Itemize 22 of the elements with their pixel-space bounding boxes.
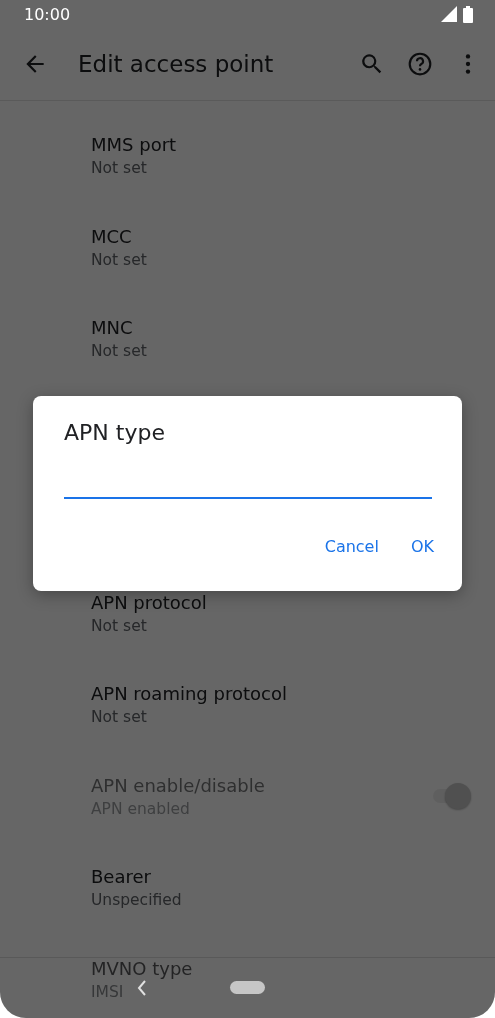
dialog-title: APN type <box>64 420 165 445</box>
signal-icon <box>441 6 457 22</box>
app-bar-title: Edit access point <box>78 51 275 77</box>
setting-title[interactable]: APN protocol <box>91 591 207 613</box>
status-time: 10:00 <box>24 4 71 24</box>
battery-icon <box>463 5 473 23</box>
setting-title[interactable]: Bearer <box>91 866 151 888</box>
setting-summary: Not set <box>91 342 147 361</box>
setting-summary: Not set <box>91 250 147 269</box>
setting-title[interactable]: APN roaming protocol <box>91 683 287 705</box>
setting-title[interactable]: MVNO type <box>91 957 193 979</box>
setting-summary: Not set <box>91 159 147 178</box>
setting-title[interactable]: MNC <box>91 317 133 339</box>
home-pill[interactable] <box>230 981 265 994</box>
setting-summary: Not set <box>91 616 147 635</box>
setting-summary: Not set <box>91 708 147 727</box>
setting-title[interactable]: MCC <box>91 225 132 247</box>
ok-button[interactable]: OK <box>398 529 446 564</box>
setting-title[interactable]: MMS port <box>91 134 177 156</box>
help-icon[interactable] <box>407 51 433 77</box>
setting-summary: Unspecified <box>91 891 182 910</box>
cancel-button[interactable]: Cancel <box>312 529 391 564</box>
